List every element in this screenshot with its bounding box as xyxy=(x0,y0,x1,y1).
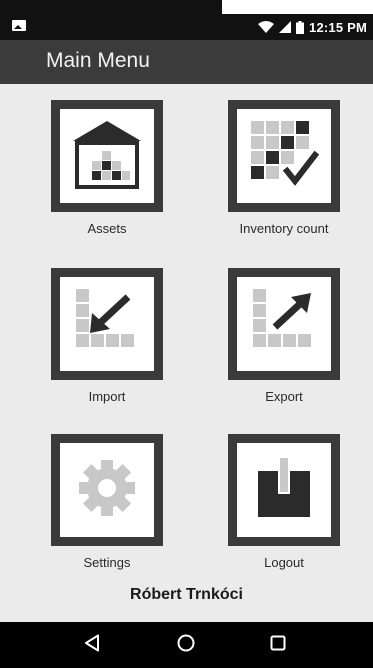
home-icon xyxy=(177,634,195,657)
wifi-icon xyxy=(258,21,275,33)
gear-icon xyxy=(74,455,140,526)
menu-item-settings[interactable]: Settings xyxy=(47,434,167,570)
back-icon xyxy=(84,634,100,657)
recents-button[interactable] xyxy=(248,622,308,668)
recents-icon xyxy=(270,635,286,656)
tile-frame xyxy=(228,434,340,546)
import-arrow-icon xyxy=(68,283,146,366)
tile-frame xyxy=(51,268,163,380)
status-icons: 12:15 PM xyxy=(258,14,367,40)
menu-item-import[interactable]: Import xyxy=(47,268,167,404)
tile-frame xyxy=(51,434,163,546)
back-button[interactable] xyxy=(62,622,122,668)
menu-item-label: Assets xyxy=(87,221,127,236)
menu-item-label: Export xyxy=(265,389,303,404)
home-button[interactable] xyxy=(156,622,216,668)
menu-item-assets[interactable]: Assets xyxy=(47,100,167,236)
inventory-check-icon xyxy=(245,115,323,198)
status-time: 12:15 PM xyxy=(309,19,367,35)
tile-frame xyxy=(228,268,340,380)
app-bar: Main Menu xyxy=(0,40,373,84)
tile-frame xyxy=(51,100,163,212)
screen: 12:15 PM Main Menu Assets Inventory coun… xyxy=(0,0,373,668)
menu-item-label: Settings xyxy=(83,555,131,570)
menu-item-export[interactable]: Export xyxy=(224,268,344,404)
menu-grid: Assets Inventory count Import Export Set… xyxy=(0,84,373,622)
logout-door-icon xyxy=(254,455,314,526)
signal-icon xyxy=(279,21,292,33)
menu-item-label: Inventory count xyxy=(239,221,329,236)
menu-item-label: Import xyxy=(88,389,126,404)
tile-frame xyxy=(228,100,340,212)
top-strip-dark xyxy=(0,0,222,14)
navigation-bar xyxy=(0,622,373,668)
status-bar: 12:15 PM xyxy=(0,14,373,40)
image-notification-icon xyxy=(12,20,26,31)
menu-item-logout[interactable]: Logout xyxy=(224,434,344,570)
page-title: Main Menu xyxy=(46,49,150,72)
assets-house-icon xyxy=(67,117,147,196)
menu-item-label: Logout xyxy=(264,555,304,570)
battery-icon xyxy=(296,20,305,34)
user-name: Róbert Trnkóci xyxy=(130,586,243,603)
export-arrow-icon xyxy=(245,283,323,366)
menu-item-inventory-count[interactable]: Inventory count xyxy=(224,100,344,236)
